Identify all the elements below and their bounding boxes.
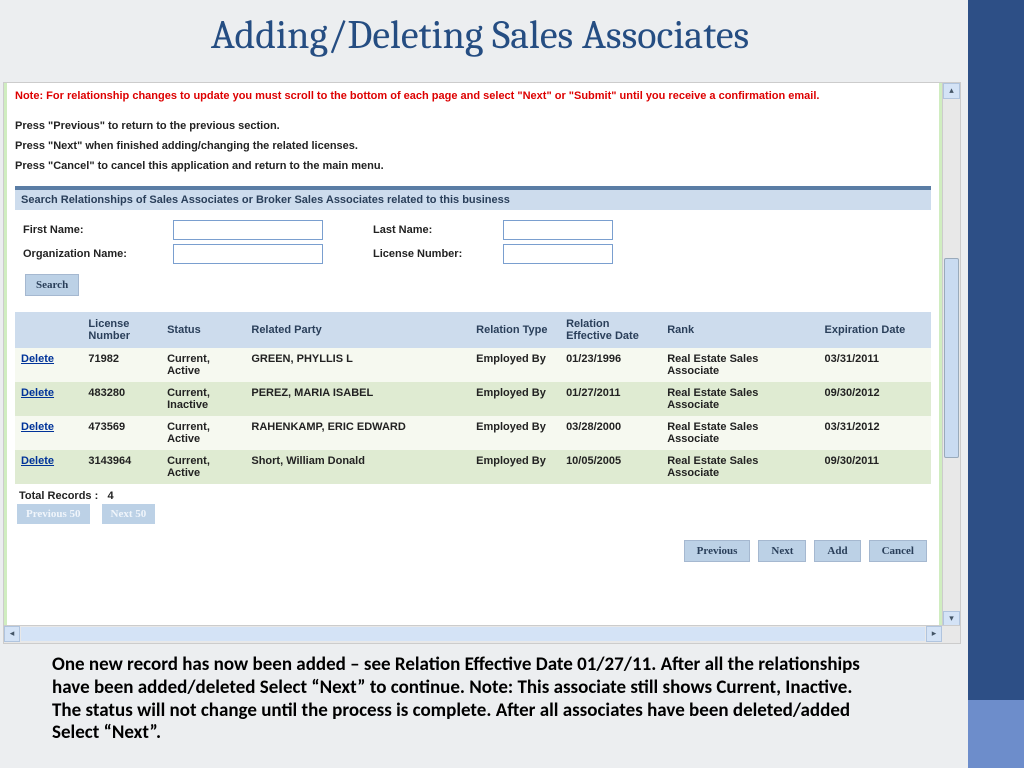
delete-link[interactable]: Delete <box>21 455 54 467</box>
app-content: Note: For relationship changes to update… <box>4 83 942 625</box>
cell-status: Current, Active <box>161 416 245 450</box>
last-name-input[interactable] <box>503 220 613 240</box>
cell-rank: Real Estate Sales Associate <box>661 348 818 382</box>
vertical-scrollbar[interactable]: ▴ ▾ <box>942 83 960 627</box>
first-name-label: First Name: <box>23 224 173 236</box>
total-value: 4 <box>107 490 113 502</box>
cell-license: 483280 <box>82 382 161 416</box>
cell-effdate: 10/05/2005 <box>560 450 661 484</box>
cell-effdate: 01/27/2011 <box>560 382 661 416</box>
cancel-button[interactable]: Cancel <box>869 540 927 562</box>
first-name-input[interactable] <box>173 220 323 240</box>
table-row: Delete 3143964Current, ActiveShort, Willi… <box>15 450 931 484</box>
table-row: Delete 71982Current, ActiveGREEN, PHYLLIS… <box>15 348 931 382</box>
cell-reltype: Employed By <box>470 348 560 382</box>
col-party: Related Party <box>245 312 470 348</box>
scroll-up-icon[interactable]: ▴ <box>943 83 960 99</box>
col-rank: Rank <box>661 312 818 348</box>
delete-link[interactable]: Delete <box>21 353 54 365</box>
cell-party: RAHENKAMP, ERIC EDWARD <box>245 416 470 450</box>
slide-accent-bar <box>968 0 1024 700</box>
col-license: License Number <box>82 312 161 348</box>
search-form: First Name: Last Name: Organization Name… <box>15 210 931 306</box>
previous-button[interactable]: Previous <box>684 540 751 562</box>
add-button[interactable]: Add <box>814 540 860 562</box>
cell-status: Current, Active <box>161 450 245 484</box>
warning-note: Note: For relationship changes to update… <box>15 89 931 104</box>
cell-rank: Real Estate Sales Associate <box>661 382 818 416</box>
cell-reltype: Employed By <box>470 416 560 450</box>
cell-status: Current, Active <box>161 348 245 382</box>
next-50-button[interactable]: Next 50 <box>102 504 156 524</box>
cell-expdate: 03/31/2011 <box>819 348 931 382</box>
cell-rank: Real Estate Sales Associate <box>661 450 818 484</box>
previous-50-button[interactable]: Previous 50 <box>17 504 90 524</box>
cell-reltype: Employed By <box>470 382 560 416</box>
search-button[interactable]: Search <box>25 274 79 296</box>
table-row: Delete 483280Current, InactivePEREZ, MARI… <box>15 382 931 416</box>
col-status: Status <box>161 312 245 348</box>
org-name-input[interactable] <box>173 244 323 264</box>
cell-license: 3143964 <box>82 450 161 484</box>
total-label: Total Records : <box>19 490 98 502</box>
cell-party: GREEN, PHYLLIS L <box>245 348 470 382</box>
cell-reltype: Employed By <box>470 450 560 484</box>
instruction-text: Press "Previous" to return to the previo… <box>15 120 931 132</box>
license-number-input[interactable] <box>503 244 613 264</box>
cell-license: 473569 <box>82 416 161 450</box>
cell-party: PEREZ, MARIA ISABEL <box>245 382 470 416</box>
total-records: Total Records : 4 <box>15 484 931 504</box>
table-row: Delete 473569Current, ActiveRAHENKAMP, ER… <box>15 416 931 450</box>
search-section-header: Search Relationships of Sales Associates… <box>15 190 931 210</box>
last-name-label: Last Name: <box>373 224 503 236</box>
cell-effdate: 01/23/1996 <box>560 348 661 382</box>
col-reltype: Relation Type <box>470 312 560 348</box>
cell-expdate: 03/31/2012 <box>819 416 931 450</box>
scroll-right-icon[interactable]: ▸ <box>926 626 942 642</box>
delete-link[interactable]: Delete <box>21 421 54 433</box>
col-expdate: Expiration Date <box>819 312 931 348</box>
scroll-left-icon[interactable]: ◂ <box>4 626 20 642</box>
page-title: Adding/Deleting Sales Associates <box>0 12 960 58</box>
cell-effdate: 03/28/2000 <box>560 416 661 450</box>
org-name-label: Organization Name: <box>23 248 173 260</box>
hscroll-track[interactable] <box>21 627 925 641</box>
cell-expdate: 09/30/2011 <box>819 450 931 484</box>
cell-license: 71982 <box>82 348 161 382</box>
delete-link[interactable]: Delete <box>21 387 54 399</box>
license-number-label: License Number: <box>373 248 503 260</box>
cell-party: Short, William Donald <box>245 450 470 484</box>
col-action <box>15 312 82 348</box>
browser-panel: Note: For relationship changes to update… <box>3 82 961 644</box>
cell-status: Current, Inactive <box>161 382 245 416</box>
slide-caption: One new record has now been added – see … <box>52 654 862 745</box>
col-effdate: Relation Effective Date <box>560 312 661 348</box>
scroll-thumb[interactable] <box>944 258 959 458</box>
cell-expdate: 09/30/2012 <box>819 382 931 416</box>
cell-rank: Real Estate Sales Associate <box>661 416 818 450</box>
instruction-text: Press "Next" when finished adding/changi… <box>15 140 931 152</box>
next-button[interactable]: Next <box>758 540 806 562</box>
instruction-text: Press "Cancel" to cancel this applicatio… <box>15 160 931 172</box>
relationships-table: License Number Status Related Party Rela… <box>15 312 931 484</box>
slide-accent-box <box>968 700 1024 768</box>
horizontal-scrollbar[interactable]: ◂ ▸ <box>4 625 960 643</box>
